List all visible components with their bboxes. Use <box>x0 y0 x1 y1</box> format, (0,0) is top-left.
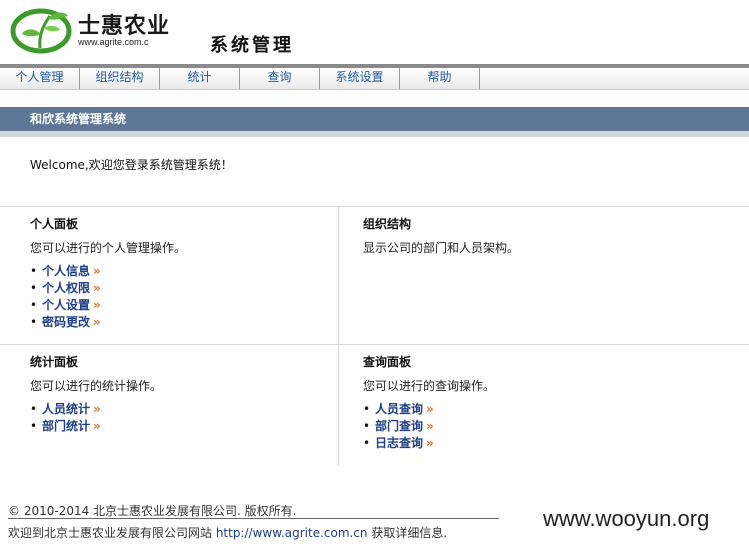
footer-website-link[interactable]: http://www.agrite.com.cn <box>216 526 368 540</box>
list-item: • 个人权限» <box>30 280 186 297</box>
raquo-arrow: » <box>93 419 101 433</box>
footer-prefix: 欢迎到北京士惠农业发展有限公司网站 <box>8 526 216 540</box>
bullet: • <box>363 402 371 416</box>
panel-description: 您可以进行的查询操作。 <box>363 379 496 393</box>
panel-title: 个人面板 <box>30 217 79 231</box>
list-item: • 个人设置» <box>30 297 186 314</box>
raquo-arrow: » <box>93 281 101 295</box>
divider-middle <box>0 344 749 345</box>
personal-panel: 个人面板 您可以进行的个人管理操作。 • 个人信息» • 个人权限» • 个人设置» … <box>30 215 186 331</box>
list-item: • 人员统计» <box>30 401 162 418</box>
link-log-query[interactable]: 日志查询 <box>375 436 423 450</box>
link-personal-permissions[interactable]: 个人权限 <box>42 281 90 295</box>
link-personal-settings[interactable]: 个人设置 <box>42 298 90 312</box>
panel-description: 您可以进行的个人管理操作。 <box>30 241 187 255</box>
header: 士惠农业 www.agrite.com.c 系统管理 <box>0 0 749 64</box>
copyright: © 2010-2014 北京士惠农业发展有限公司. 版权所有. <box>8 504 297 518</box>
watermark: www.wooyun.org <box>543 506 710 531</box>
footer-text: 欢迎到北京士惠农业发展有限公司网站 http://www.agrite.com.… <box>8 524 447 541</box>
panel-title: 组织结构 <box>363 217 412 231</box>
panel-description: 显示公司的部门和人员架构。 <box>363 241 520 255</box>
list-item: • 部门统计» <box>30 418 162 435</box>
footer-divider <box>8 518 499 519</box>
link-personal-info[interactable]: 个人信息 <box>42 264 90 278</box>
link-department-query[interactable]: 部门查询 <box>375 419 423 433</box>
bullet: • <box>30 315 38 329</box>
list-item: • 日志查询» <box>363 435 495 452</box>
list-item: • 密码更改» <box>30 314 186 331</box>
statistics-panel: 统计面板 您可以进行的统计操作。 • 人员统计» • 部门统计» <box>30 353 162 435</box>
main-nav: 个人管理 组织结构 统计 查询 系统设置 帮助 <box>0 68 749 90</box>
title-band-shadow <box>0 131 749 137</box>
divider-vertical <box>338 207 339 465</box>
bullet: • <box>363 436 371 450</box>
bullet: • <box>30 298 38 312</box>
nav-item-organization[interactable]: 组织结构 <box>80 68 160 89</box>
panel-title: 统计面板 <box>30 355 79 369</box>
raquo-arrow: » <box>426 436 434 450</box>
nav-item-settings[interactable]: 系统设置 <box>320 68 400 89</box>
organization-panel: 组织结构 显示公司的部门和人员架构。 <box>363 215 519 263</box>
link-change-password[interactable]: 密码更改 <box>42 315 90 329</box>
list-item: • 个人信息» <box>30 263 186 280</box>
panel-title: 查询面板 <box>363 355 412 369</box>
bullet: • <box>30 402 38 416</box>
logo-name: 士惠农业 <box>78 14 171 39</box>
list-item: • 人员查询» <box>363 401 495 418</box>
nav-item-statistics[interactable]: 统计 <box>160 68 240 89</box>
link-department-statistics[interactable]: 部门统计 <box>42 419 90 433</box>
system-title: 系统管理 <box>210 35 294 56</box>
nav-item-help[interactable]: 帮助 <box>400 68 480 89</box>
link-staff-query[interactable]: 人员查询 <box>375 402 423 416</box>
bullet: • <box>363 419 371 433</box>
logo-url: www.agrite.com.c <box>78 37 149 47</box>
footer-suffix: 获取详细信息. <box>367 526 448 540</box>
raquo-arrow: » <box>93 315 101 329</box>
raquo-arrow: » <box>93 298 101 312</box>
page-title: 和欣系统管理系统 <box>30 112 127 126</box>
bullet: • <box>30 419 38 433</box>
raquo-arrow: » <box>426 419 434 433</box>
bullet: • <box>30 281 38 295</box>
list-item: • 部门查询» <box>363 418 495 435</box>
raquo-arrow: » <box>426 402 434 416</box>
raquo-arrow: » <box>93 402 101 416</box>
query-panel: 查询面板 您可以进行的查询操作。 • 人员查询» • 部门查询» • 日志查询» <box>363 353 495 452</box>
bullet: • <box>30 264 38 278</box>
panel-description: 您可以进行的统计操作。 <box>30 379 163 393</box>
raquo-arrow: » <box>93 264 101 278</box>
welcome-message: Welcome,欢迎您登录系统管理系统！ <box>30 158 233 172</box>
link-staff-statistics[interactable]: 人员统计 <box>42 402 90 416</box>
nav-item-query[interactable]: 查询 <box>240 68 320 89</box>
nav-item-personal[interactable]: 个人管理 <box>0 68 80 89</box>
divider-top <box>0 206 749 207</box>
leaf-logo-icon <box>10 8 72 54</box>
